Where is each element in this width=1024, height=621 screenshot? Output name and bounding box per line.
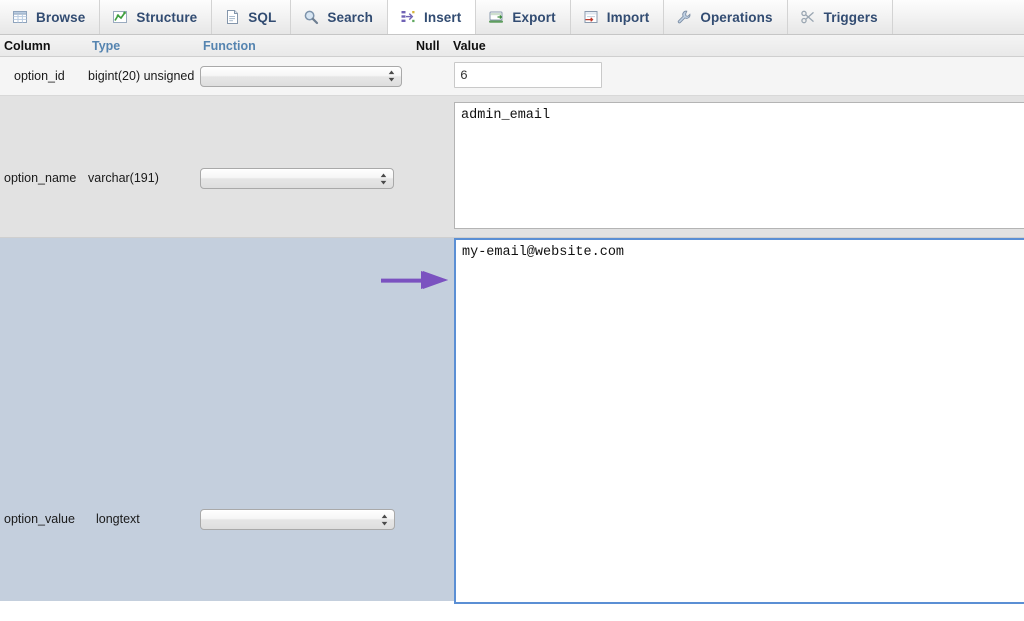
tab-browse[interactable]: Browse	[0, 0, 101, 34]
tab-label: Import	[606, 9, 650, 25]
wrench-icon	[676, 9, 693, 26]
tab-label: Search	[327, 9, 373, 25]
table-row: option_value longtext	[0, 238, 1024, 604]
tab-label: Triggers	[823, 9, 878, 25]
tab-structure[interactable]: Structure	[100, 0, 213, 34]
function-select-wrapper	[200, 509, 395, 530]
phpmyadmin-insert-page: Browse Structure SQL Search Insert Expor…	[0, 0, 1024, 621]
header-value: Value	[453, 38, 486, 53]
tab-import[interactable]: Import	[571, 0, 665, 34]
value-textarea-focused[interactable]	[454, 238, 1024, 604]
row-column-name: option_value	[0, 238, 88, 601]
row-value-cell	[449, 238, 1024, 604]
column-name-label: option_value	[4, 512, 75, 526]
column-name-label: option_name	[4, 171, 77, 185]
row-column-name: option_name	[0, 96, 88, 237]
row-null-cell[interactable]	[412, 96, 449, 237]
row-value-cell	[449, 96, 1024, 237]
function-select[interactable]	[200, 168, 394, 189]
column-type-label: longtext	[96, 512, 140, 526]
function-select-wrapper	[200, 168, 394, 189]
tab-label: SQL	[248, 9, 277, 25]
column-type-label: bigint(20) unsigned	[88, 69, 195, 83]
tab-label: Insert	[424, 9, 462, 25]
insert-row-icon	[400, 9, 417, 26]
function-select[interactable]	[200, 65, 402, 87]
sql-document-icon	[224, 9, 241, 26]
column-type-label: varchar(191)	[88, 171, 159, 185]
value-textarea[interactable]	[454, 102, 1024, 229]
import-icon	[583, 9, 600, 26]
insert-form-table: Column Type Function Null Value option_i…	[0, 35, 1024, 604]
tab-operations[interactable]: Operations	[664, 0, 788, 34]
export-icon	[488, 9, 505, 26]
column-name-label: option_id	[14, 69, 65, 83]
magnifier-icon	[303, 9, 320, 26]
header-null: Null	[416, 38, 440, 53]
main-tab-bar: Browse Structure SQL Search Insert Expor…	[0, 0, 1024, 35]
triggers-icon	[800, 9, 817, 26]
tab-search[interactable]: Search	[291, 0, 388, 34]
row-column-name: option_id	[0, 57, 88, 95]
tab-export[interactable]: Export	[476, 0, 571, 34]
function-select[interactable]	[200, 509, 395, 530]
row-function-cell	[199, 96, 412, 237]
header-column: Column	[4, 38, 51, 53]
tab-triggers[interactable]: Triggers	[788, 0, 893, 34]
row-column-type: bigint(20) unsigned	[88, 57, 199, 95]
row-column-type: longtext	[88, 238, 199, 601]
row-value-cell	[449, 57, 1024, 95]
table-header-row: Column Type Function Null Value	[0, 35, 1024, 57]
row-null-cell[interactable]	[412, 57, 449, 95]
value-text-input[interactable]	[454, 62, 602, 88]
row-column-type: varchar(191)	[88, 96, 199, 237]
tab-sql[interactable]: SQL	[212, 0, 292, 34]
tab-label: Export	[512, 9, 556, 25]
row-function-cell	[199, 57, 412, 95]
header-function[interactable]: Function	[199, 39, 412, 53]
browse-table-icon	[12, 9, 29, 26]
row-function-cell	[199, 238, 412, 601]
row-null-cell[interactable]	[412, 238, 449, 601]
tab-label: Structure	[136, 9, 198, 25]
function-select-wrapper	[200, 65, 402, 87]
tab-bar-filler	[892, 0, 1024, 34]
header-type[interactable]: Type	[88, 39, 199, 53]
tab-insert[interactable]: Insert	[387, 0, 477, 34]
tab-label: Browse	[36, 9, 86, 25]
tab-label: Operations	[700, 9, 773, 25]
table-row: option_id bigint(20) unsigned	[0, 57, 1024, 96]
structure-icon	[112, 9, 129, 26]
table-row: option_name varchar(191)	[0, 96, 1024, 238]
